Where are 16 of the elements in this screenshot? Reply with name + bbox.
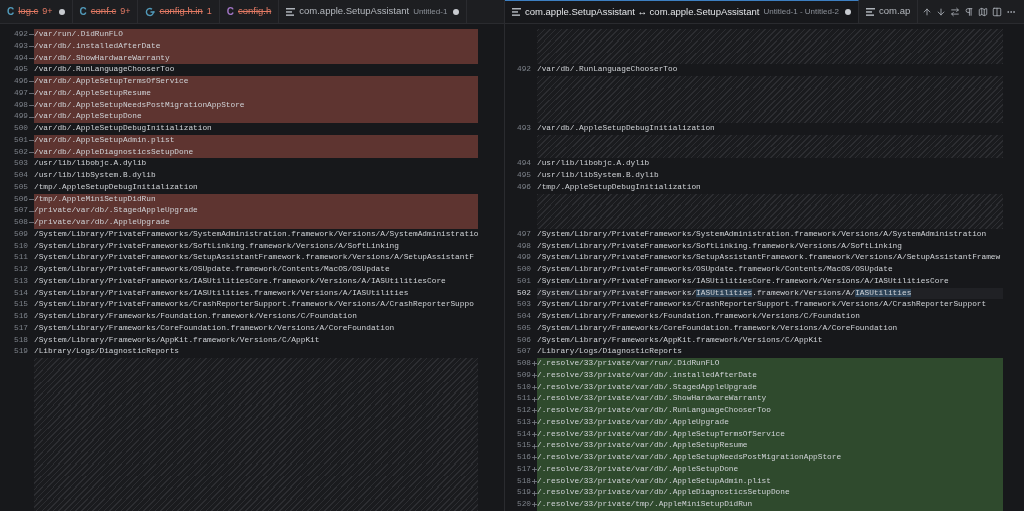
c-file-icon: C <box>226 4 234 19</box>
tab-label: com.apple.SetupAssistant ↔ com.apple.SetupAssistant <box>525 4 760 19</box>
tab-label: com.ap <box>879 4 911 19</box>
tab-description: Untitled-1 - Untitled-2 <box>763 6 840 18</box>
tab-label: conf.c <box>90 4 117 19</box>
problem-count: 1 <box>206 4 212 18</box>
tab-label: log.c <box>18 4 39 19</box>
tab-description: Untitled-1 <box>413 5 448 18</box>
tab-label: config.h.in <box>159 4 203 19</box>
editor-tab[interactable]: com.apple.SetupAssistant ↔ com.apple.SetupAssistant Untitled-1 - Untitled-2 <box>505 0 860 23</box>
problem-count: 9+ <box>120 4 131 18</box>
tab-label: config.h <box>238 4 272 19</box>
tab-label: com.apple.SetupAssistant <box>299 4 410 19</box>
c-file-icon: C <box>79 4 87 19</box>
c-file-icon: C <box>7 4 15 19</box>
problem-count: 9+ <box>42 4 53 18</box>
